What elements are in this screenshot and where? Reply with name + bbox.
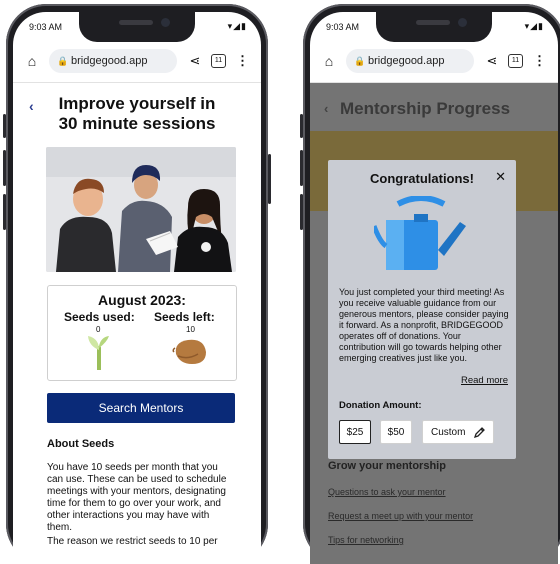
page-content: ‹ Improve yourself in 30 minute sessions bbox=[13, 83, 261, 564]
home-icon[interactable]: ⌂ bbox=[318, 53, 340, 69]
lock-icon: 🔒 bbox=[354, 55, 366, 66]
back-icon[interactable]: ‹ bbox=[324, 101, 328, 116]
sprout-icon bbox=[88, 336, 109, 370]
phone-side-button bbox=[3, 114, 6, 138]
seed-icon bbox=[172, 339, 206, 364]
address-bar[interactable]: 🔒 bridgegood.app bbox=[346, 49, 474, 73]
about-seeds-heading: About Seeds bbox=[47, 438, 115, 450]
about-seeds-text-continued: The reason we restrict seeds to 10 per bbox=[47, 536, 218, 547]
home-icon[interactable]: ⌂ bbox=[21, 53, 43, 69]
link-questions[interactable]: Questions to ask your mentor bbox=[328, 487, 446, 497]
notch bbox=[79, 12, 195, 42]
status-time: 9:03 AM bbox=[326, 22, 360, 32]
seeds-used-value: 0 bbox=[96, 325, 101, 334]
tab-count-button[interactable]: 11 bbox=[508, 54, 523, 68]
seeds-card: August 2023: Seeds used: 0 Seeds left: 1… bbox=[47, 285, 237, 381]
phone-volume-down bbox=[300, 194, 303, 230]
phone-side-button bbox=[300, 114, 303, 138]
address-bar[interactable]: 🔒 bridgegood.app bbox=[49, 49, 177, 73]
browser-toolbar: ⌂ 🔒 bridgegood.app ⋖ 11 ⋮ bbox=[310, 46, 558, 76]
modal-title: Congratulations! bbox=[370, 171, 474, 186]
custom-amount-label: Custom bbox=[431, 426, 466, 438]
share-icon[interactable]: ⋖ bbox=[484, 53, 500, 69]
pencil-icon bbox=[474, 427, 486, 438]
phone-left: 9:03 AM ▾◢▮ ⌂ 🔒 bridgegood.app ⋖ 11 ⋮ ‹ … bbox=[3, 4, 271, 564]
notch bbox=[376, 12, 492, 42]
congrats-modal: Congratulations! ✕ You just completed yo… bbox=[328, 160, 516, 459]
phone-volume-down bbox=[3, 194, 6, 230]
back-icon[interactable]: ‹ bbox=[29, 98, 34, 114]
phone-power-button bbox=[268, 154, 271, 204]
phone-right: 9:03 AM ▾◢▮ ⌂ 🔒 bridgegood.app ⋖ 11 ⋮ ‹ … bbox=[300, 4, 560, 564]
url-text: bridgegood.app bbox=[71, 55, 148, 67]
menu-icon[interactable]: ⋮ bbox=[533, 53, 546, 69]
donation-50-button[interactable]: $50 bbox=[380, 420, 412, 444]
dimmed-page: ‹ Mentorship Progress Grow your mentorsh… bbox=[310, 83, 558, 564]
status-time: 9:03 AM bbox=[29, 22, 63, 32]
status-icons: ▾◢▮ bbox=[227, 21, 247, 31]
screen: 9:03 AM ▾◢▮ ⌂ 🔒 bridgegood.app ⋖ 11 ⋮ ‹ … bbox=[13, 12, 261, 564]
mentoring-photo bbox=[46, 147, 236, 272]
url-text: bridgegood.app bbox=[368, 55, 445, 67]
browser-toolbar: ⌂ 🔒 bridgegood.app ⋖ 11 ⋮ bbox=[13, 46, 261, 76]
tab-count-button[interactable]: 11 bbox=[211, 54, 226, 68]
seeds-used-label: Seeds used: bbox=[64, 310, 135, 324]
search-mentors-button[interactable]: Search Mentors bbox=[47, 393, 235, 423]
donation-25-button[interactable]: $25 bbox=[339, 420, 371, 444]
screen: 9:03 AM ▾◢▮ ⌂ 🔒 bridgegood.app ⋖ 11 ⋮ ‹ … bbox=[310, 12, 558, 564]
page-title: Mentorship Progress bbox=[340, 99, 511, 118]
about-seeds-text: You have 10 seeds per month that you can… bbox=[47, 462, 227, 533]
lock-icon: 🔒 bbox=[57, 55, 69, 66]
share-icon[interactable]: ⋖ bbox=[187, 53, 203, 69]
photo-illustration bbox=[46, 147, 236, 272]
link-networking-tips[interactable]: Tips for networking bbox=[328, 535, 404, 545]
watering-can-icon bbox=[374, 196, 466, 270]
phone-volume-up bbox=[3, 150, 6, 186]
status-icons: ▾◢▮ bbox=[524, 21, 544, 31]
donation-custom-button[interactable]: Custom bbox=[422, 420, 494, 444]
phone-volume-up bbox=[300, 150, 303, 186]
page-title: Improve yourself in 30 minute sessions bbox=[58, 94, 216, 133]
read-more-link[interactable]: Read more bbox=[461, 375, 508, 386]
menu-icon[interactable]: ⋮ bbox=[236, 53, 249, 69]
seeds-card-title: August 2023: bbox=[98, 292, 186, 308]
modal-body-text: You just completed your third meeting! A… bbox=[339, 287, 509, 363]
seeds-left-value: 10 bbox=[186, 325, 195, 334]
close-icon[interactable]: ✕ bbox=[495, 169, 506, 185]
link-request-meetup[interactable]: Request a meet up with your mentor bbox=[328, 511, 473, 521]
donation-amount-label: Donation Amount: bbox=[339, 400, 422, 411]
grow-mentorship-heading: Grow your mentorship bbox=[328, 460, 446, 472]
seeds-left-label: Seeds left: bbox=[154, 310, 215, 324]
